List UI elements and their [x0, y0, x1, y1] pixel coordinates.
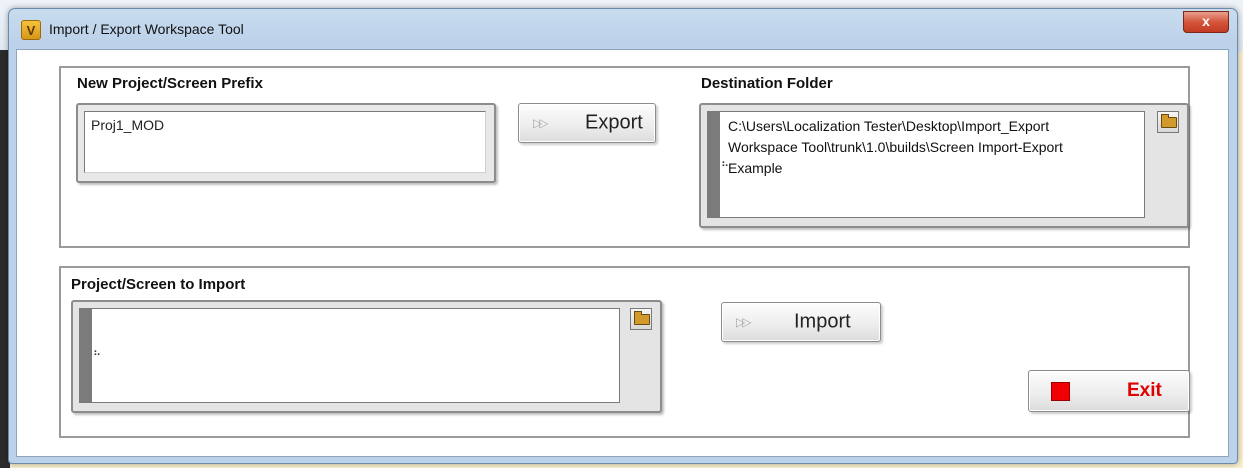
double-arrow-icon: ▷▷ — [533, 116, 549, 130]
path-icon: ⠓ — [93, 350, 102, 362]
destination-path-text: C:\Users\Localization Tester\Desktop\Imp… — [728, 116, 1138, 179]
app-icon: V — [21, 20, 41, 40]
destination-path-line: Workspace Tool\trunk\1.0\builds\Screen I… — [728, 139, 1063, 155]
folder-icon — [634, 311, 650, 325]
destination-path-input[interactable]: ⠓ C:\Users\Localization Tester\Desktop\I… — [707, 111, 1145, 218]
import-path-input[interactable]: ⠓ — [79, 308, 620, 403]
export-panel: New Project/Screen Prefix Proj1_MOD ▷▷ E… — [59, 66, 1190, 248]
title-bar[interactable]: V Import / Export Workspace Tool x — [9, 9, 1237, 49]
destination-path-line: Example — [728, 160, 783, 176]
import-button-label: Import — [794, 310, 851, 333]
destination-label: Destination Folder — [701, 75, 833, 92]
double-arrow-icon: ▷▷ — [736, 315, 752, 329]
destination-path-line: C:\Users\Localization Tester\Desktop\Imp… — [728, 118, 1050, 134]
import-button[interactable]: ▷▷ Import — [721, 302, 881, 342]
export-button-label: Export — [585, 111, 643, 134]
stop-icon — [1051, 382, 1070, 401]
import-path-control[interactable]: ⠓ — [71, 300, 662, 413]
destination-browse-button[interactable] — [1157, 111, 1179, 133]
client-area: New Project/Screen Prefix Proj1_MOD ▷▷ E… — [16, 49, 1229, 457]
close-button[interactable]: x — [1183, 11, 1229, 33]
import-panel: Project/Screen to Import ⠓ ▷▷ Import Exi… — [59, 266, 1190, 438]
path-stripe — [708, 112, 720, 217]
export-button[interactable]: ▷▷ Export — [518, 103, 656, 143]
exit-button-label: Exit — [1127, 380, 1162, 401]
app-window: V Import / Export Workspace Tool x New P… — [8, 8, 1238, 464]
folder-icon — [1161, 114, 1177, 128]
exit-button[interactable]: Exit — [1028, 370, 1190, 412]
import-project-label: Project/Screen to Import — [71, 276, 246, 293]
prefix-field[interactable]: Proj1_MOD — [76, 103, 496, 183]
import-browse-button[interactable] — [630, 308, 652, 330]
window-title: Import / Export Workspace Tool — [49, 21, 244, 37]
destination-path-control[interactable]: ⠓ C:\Users\Localization Tester\Desktop\I… — [699, 103, 1189, 228]
prefix-input[interactable]: Proj1_MOD — [84, 111, 486, 173]
path-stripe — [80, 309, 92, 402]
prefix-label: New Project/Screen Prefix — [77, 75, 263, 92]
